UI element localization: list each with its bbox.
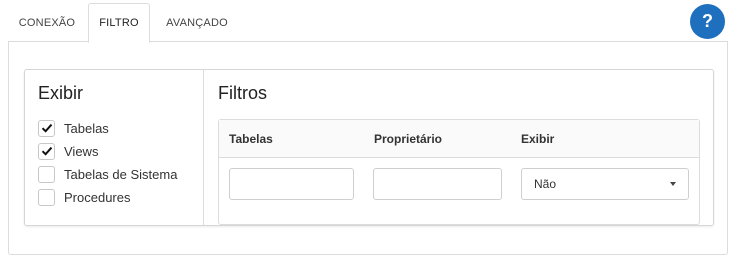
checkbox-label: Tabelas (64, 120, 109, 136)
panel-divider (203, 70, 204, 225)
table-header: Tabelas Proprietário Exibir (219, 120, 699, 158)
checkbox-box[interactable] (38, 165, 55, 183)
exibir-title: Exibir (38, 83, 84, 103)
checkmark-icon (41, 146, 52, 156)
filter-panel: Exibir Tabelas Views Tabelas de Sistema … (24, 69, 714, 226)
column-header-tabelas: Tabelas (229, 132, 273, 146)
checkbox-box[interactable] (38, 119, 55, 137)
checkbox-label: Views (64, 143, 99, 159)
caret-down-icon (670, 182, 676, 186)
tabelas-filter-input[interactable] (229, 168, 354, 200)
proprietario-filter-input[interactable] (373, 168, 502, 200)
column-header-exibir: Exibir (521, 132, 555, 146)
checkbox-procedures[interactable]: Procedures (38, 187, 130, 207)
filtros-title: Filtros (218, 83, 267, 103)
tab-conexao[interactable]: CONEXÃO (8, 3, 86, 42)
checkbox-views[interactable]: Views (38, 141, 98, 161)
checkbox-box[interactable] (38, 188, 55, 206)
checkbox-label: Procedures (64, 189, 131, 205)
column-header-proprietario: Proprietário (374, 132, 443, 146)
checkbox-tabelas[interactable]: Tabelas (38, 118, 109, 138)
checkmark-icon (41, 123, 52, 133)
question-icon: ? (702, 11, 713, 31)
checkbox-tabelas-de-sistema[interactable]: Tabelas de Sistema (38, 164, 177, 184)
tab-content: Exibir Tabelas Views Tabelas de Sistema … (8, 42, 728, 255)
exibir-select-value: Não (534, 177, 557, 191)
filter-table: Tabelas Proprietário Exibir Não (218, 119, 700, 225)
help-button[interactable]: ? (690, 4, 725, 39)
checkbox-box[interactable] (38, 142, 55, 160)
tab-bar: CONEXÃO FILTRO AVANÇADO (8, 0, 728, 43)
tab-avancado[interactable]: AVANÇADO (152, 3, 242, 42)
checkbox-label: Tabelas de Sistema (64, 166, 178, 182)
tab-filtro[interactable]: FILTRO (88, 3, 150, 43)
exibir-select[interactable]: Não (521, 168, 689, 200)
